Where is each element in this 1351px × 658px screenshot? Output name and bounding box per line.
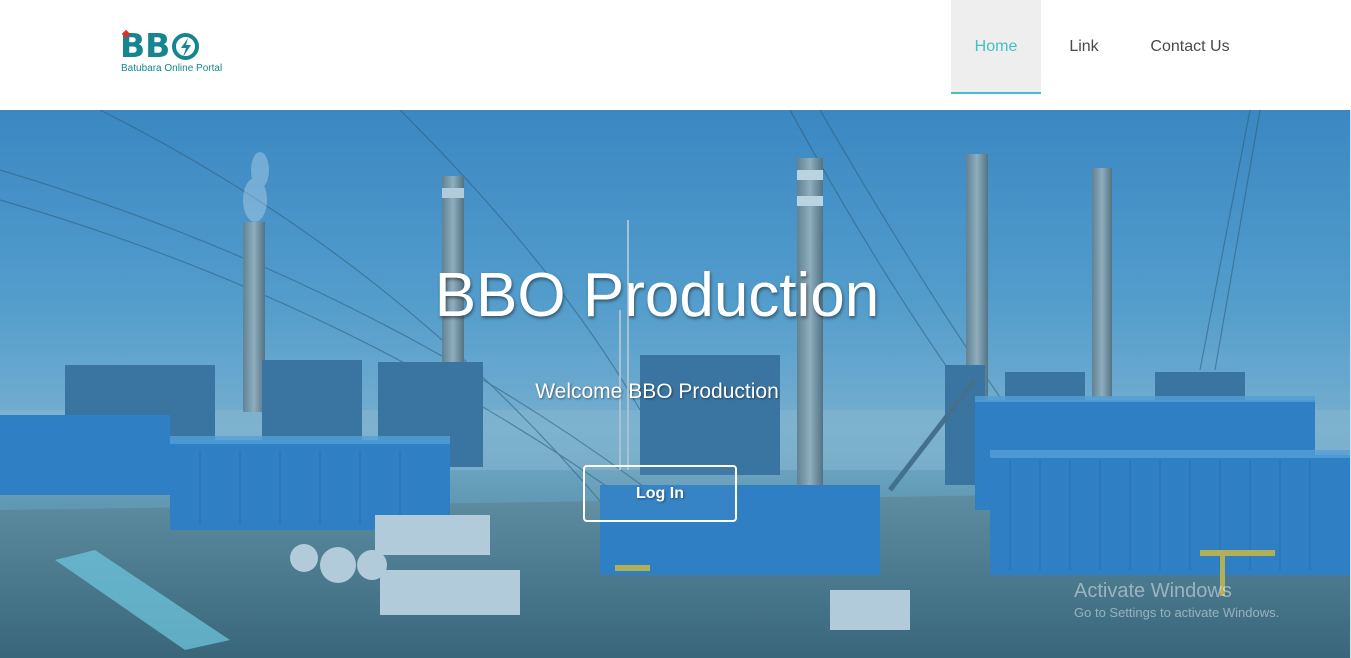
navbar: BB Batubara Online Portal Home Link Cont… [0, 0, 1351, 110]
watermark-subtitle: Go to Settings to activate Windows. [1074, 605, 1280, 620]
brand-logo-mark: BB [120, 28, 200, 64]
activate-windows-watermark: Activate Windows Go to Settings to activ… [1074, 580, 1279, 620]
nav-link-link-label: Link [1069, 38, 1099, 55]
nav-link-contact-us[interactable]: Contact Us [1127, 0, 1253, 94]
nav-link-home[interactable]: Home [951, 0, 1041, 94]
hero-subtitle: Welcome BBO Production [535, 380, 779, 403]
brand-logo[interactable]: BB Batubara Online Portal [120, 28, 230, 76]
nav-link-contact-us-label: Contact Us [1150, 38, 1230, 55]
nav-link-home-label: Home [974, 38, 1018, 55]
hero-title: BBO Production [434, 261, 880, 330]
login-button[interactable]: Log In [583, 465, 737, 522]
watermark-title: Activate Windows [1074, 580, 1232, 602]
lightning-icon [172, 32, 200, 60]
hero-section: BBO Production Welcome BBO Production Lo… [0, 110, 1350, 658]
brand-tagline: Batubara Online Portal [121, 63, 223, 74]
nav-link-link[interactable]: Link [1041, 0, 1127, 94]
